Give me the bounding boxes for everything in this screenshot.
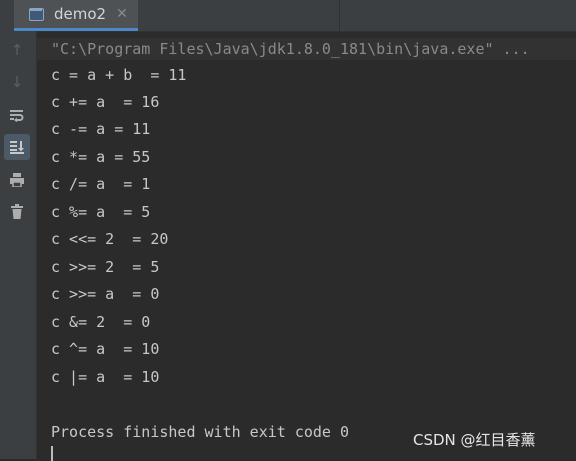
console-toolbar: ↑ ↓ — [0, 31, 37, 459]
output-line: c -= a = 11 — [51, 120, 151, 138]
output-line: c >>= a = 0 — [51, 285, 160, 303]
exit-message: Process finished with exit code 0 — [51, 423, 350, 441]
run-console-icon — [28, 7, 44, 21]
tab-bar-divider — [339, 0, 340, 31]
print-icon[interactable] — [4, 167, 30, 193]
tab-demo2[interactable]: demo2 ✕ — [14, 0, 138, 31]
output-line: c |= a = 10 — [51, 368, 160, 386]
output-line: c <<= 2 = 20 — [51, 230, 169, 248]
tab-bar: demo2 ✕ — [0, 0, 576, 32]
tab-label: demo2 — [54, 5, 107, 23]
output-line: c &= 2 = 0 — [51, 313, 151, 331]
output-line: c ^= a = 10 — [51, 340, 160, 358]
output-line: c %= a = 5 — [51, 203, 151, 221]
close-icon[interactable]: ✕ — [116, 6, 128, 22]
down-arrow-icon[interactable]: ↓ — [4, 69, 30, 95]
console-output[interactable]: "C:\Program Files\Java\jdk1.8.0_181\bin\… — [37, 32, 576, 461]
trash-icon[interactable] — [4, 199, 30, 225]
soft-wrap-icon[interactable] — [4, 102, 30, 128]
scroll-to-end-icon[interactable] — [4, 134, 30, 160]
watermark: CSDN @红目香薰 — [413, 431, 536, 449]
output-line: c += a = 16 — [51, 93, 160, 111]
command-line: "C:\Program Files\Java\jdk1.8.0_181\bin\… — [37, 38, 576, 60]
output-line: c = a + b = 11 — [51, 66, 187, 84]
up-arrow-icon[interactable]: ↑ — [4, 37, 30, 63]
output-line: c >>= 2 = 5 — [51, 258, 160, 276]
output-line: c *= a = 55 — [51, 148, 151, 166]
output-line: c /= a = 1 — [51, 175, 151, 193]
